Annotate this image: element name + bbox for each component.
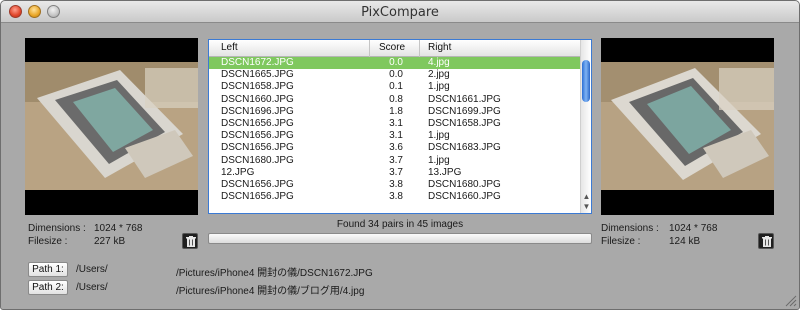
path-1-button[interactable]: Path 1:	[28, 262, 68, 277]
table-row[interactable]: 12.JPG 3.7 13.JPG	[209, 167, 581, 179]
scroll-up-arrow-icon[interactable]: ▲	[582, 192, 591, 201]
cell-left: DSCN1656.JPG	[221, 191, 294, 203]
cell-score: 3.1	[389, 117, 403, 129]
resize-grip-icon[interactable]	[785, 295, 797, 307]
cell-right: 1.jpg	[428, 81, 450, 93]
column-header-left[interactable]: Left	[221, 42, 238, 53]
cell-left: DSCN1665.JPG	[221, 69, 294, 81]
cell-right: 13.JPG	[428, 166, 462, 178]
table-row[interactable]: DSCN1656.JPG 3.8 DSCN1660.JPG	[209, 191, 581, 203]
cell-left: DSCN1660.JPG	[221, 93, 294, 105]
progress-bar	[208, 233, 592, 244]
column-divider	[369, 40, 370, 57]
cell-left: DSCN1656.JPG	[221, 142, 294, 154]
cell-left: DSCN1656.JPG	[221, 178, 294, 190]
left-dimensions-row: Dimensions : 1024 * 768	[28, 223, 198, 235]
scrollbar-thumb[interactable]	[582, 60, 590, 102]
table-row[interactable]: DSCN1696.JPG 1.8 DSCN1699.JPG	[209, 106, 581, 118]
right-filesize-label: Filesize :	[601, 236, 641, 247]
path-2-value: /Pictures/iPhone4 開封の儀/ブログ用/4.jpg	[176, 286, 365, 297]
path-1-value: /Pictures/iPhone4 開封の儀/DSCN1672.JPG	[176, 268, 373, 279]
cell-right: 1.jpg	[428, 130, 450, 142]
vertical-scrollbar[interactable]: ▲ ▼	[580, 40, 591, 213]
cell-score: 0.1	[389, 81, 403, 93]
cell-left: DSCN1680.JPG	[221, 154, 294, 166]
cell-score: 0.0	[389, 69, 403, 81]
cell-score: 3.8	[389, 191, 403, 203]
cell-right: DSCN1699.JPG	[428, 105, 501, 117]
trash-icon	[762, 236, 772, 247]
left-filesize-value: 227 kB	[94, 236, 126, 247]
results-table[interactable]: Left Score Right DSCN1672.JPG 0.0 4.jpg …	[208, 39, 592, 214]
cell-right: DSCN1660.JPG	[428, 191, 501, 203]
app-window: PixCompare Left Score Right DSCN1672.JPG…	[0, 0, 800, 310]
table-row[interactable]: DSCN1656.JPG 3.1 DSCN1658.JPG	[209, 118, 581, 130]
table-row[interactable]: DSCN1658.JPG 0.1 1.jpg	[209, 81, 581, 93]
cell-left: DSCN1656.JPG	[221, 117, 294, 129]
path-1-user: /Users/	[76, 264, 108, 275]
table-row[interactable]: DSCN1680.JPG 3.7 1.jpg	[209, 155, 581, 167]
cell-score: 3.1	[389, 130, 403, 142]
right-dimensions-value: 1024 * 768	[669, 223, 718, 234]
column-header-right[interactable]: Right	[428, 42, 451, 53]
left-filesize-label: Filesize :	[28, 236, 68, 247]
left-dimensions-value: 1024 * 768	[94, 223, 143, 234]
cell-left: DSCN1656.JPG	[221, 130, 294, 142]
cell-right: 4.jpg	[428, 57, 450, 68]
table-header: Left Score Right	[209, 40, 581, 57]
right-filesize-row: Filesize : 124 kB	[601, 236, 771, 248]
right-dimensions-row: Dimensions : 1024 * 768	[601, 223, 771, 235]
cell-score: 1.8	[389, 105, 403, 117]
title-bar[interactable]: PixCompare	[1, 1, 799, 23]
cell-left: DSCN1696.JPG	[221, 105, 294, 117]
right-image-preview	[601, 38, 774, 215]
cell-right: DSCN1683.JPG	[428, 142, 501, 154]
window-title: PixCompare	[361, 5, 439, 20]
table-row[interactable]: DSCN1656.JPG 3.1 1.jpg	[209, 130, 581, 142]
cell-right: DSCN1680.JPG	[428, 178, 501, 190]
table-row[interactable]: DSCN1665.JPG 0.0 2.jpg	[209, 69, 581, 81]
cell-right: 1.jpg	[428, 154, 450, 166]
table-row[interactable]: DSCN1672.JPG 0.0 4.jpg	[209, 57, 581, 70]
cell-score: 3.7	[389, 166, 403, 178]
table-row[interactable]: DSCN1656.JPG 3.8 DSCN1680.JPG	[209, 179, 581, 191]
left-filesize-row: Filesize : 227 kB	[28, 236, 198, 248]
column-divider	[419, 40, 420, 57]
trash-icon	[186, 236, 196, 247]
cell-left: 12.JPG	[221, 166, 255, 178]
table-body: DSCN1672.JPG 0.0 4.jpg DSCN1665.JPG 0.0 …	[209, 57, 581, 203]
cell-left: DSCN1672.JPG	[221, 57, 294, 68]
scroll-down-arrow-icon[interactable]: ▼	[582, 202, 591, 211]
left-trash-button[interactable]	[182, 233, 198, 249]
table-row[interactable]: DSCN1660.JPG 0.8 DSCN1661.JPG	[209, 94, 581, 106]
cell-score: 3.6	[389, 142, 403, 154]
left-dimensions-label: Dimensions :	[28, 223, 86, 234]
cell-right: DSCN1658.JPG	[428, 117, 501, 129]
cell-score: 0.0	[389, 57, 403, 68]
right-filesize-value: 124 kB	[669, 236, 701, 247]
cell-right: 2.jpg	[428, 69, 450, 81]
cell-left: DSCN1658.JPG	[221, 81, 294, 93]
right-dimensions-label: Dimensions :	[601, 223, 659, 234]
cell-score: 3.8	[389, 178, 403, 190]
left-image-preview	[25, 38, 198, 215]
found-pairs-status: Found 34 pairs in 45 images	[336, 219, 464, 230]
path-2-user: /Users/	[76, 282, 108, 293]
path-2-button[interactable]: Path 2:	[28, 280, 68, 295]
table-row[interactable]: DSCN1656.JPG 3.6 DSCN1683.JPG	[209, 142, 581, 154]
cell-score: 0.8	[389, 93, 403, 105]
right-trash-button[interactable]	[758, 233, 774, 249]
cell-right: DSCN1661.JPG	[428, 93, 501, 105]
cell-score: 3.7	[389, 154, 403, 166]
column-header-score[interactable]: Score	[379, 42, 405, 53]
